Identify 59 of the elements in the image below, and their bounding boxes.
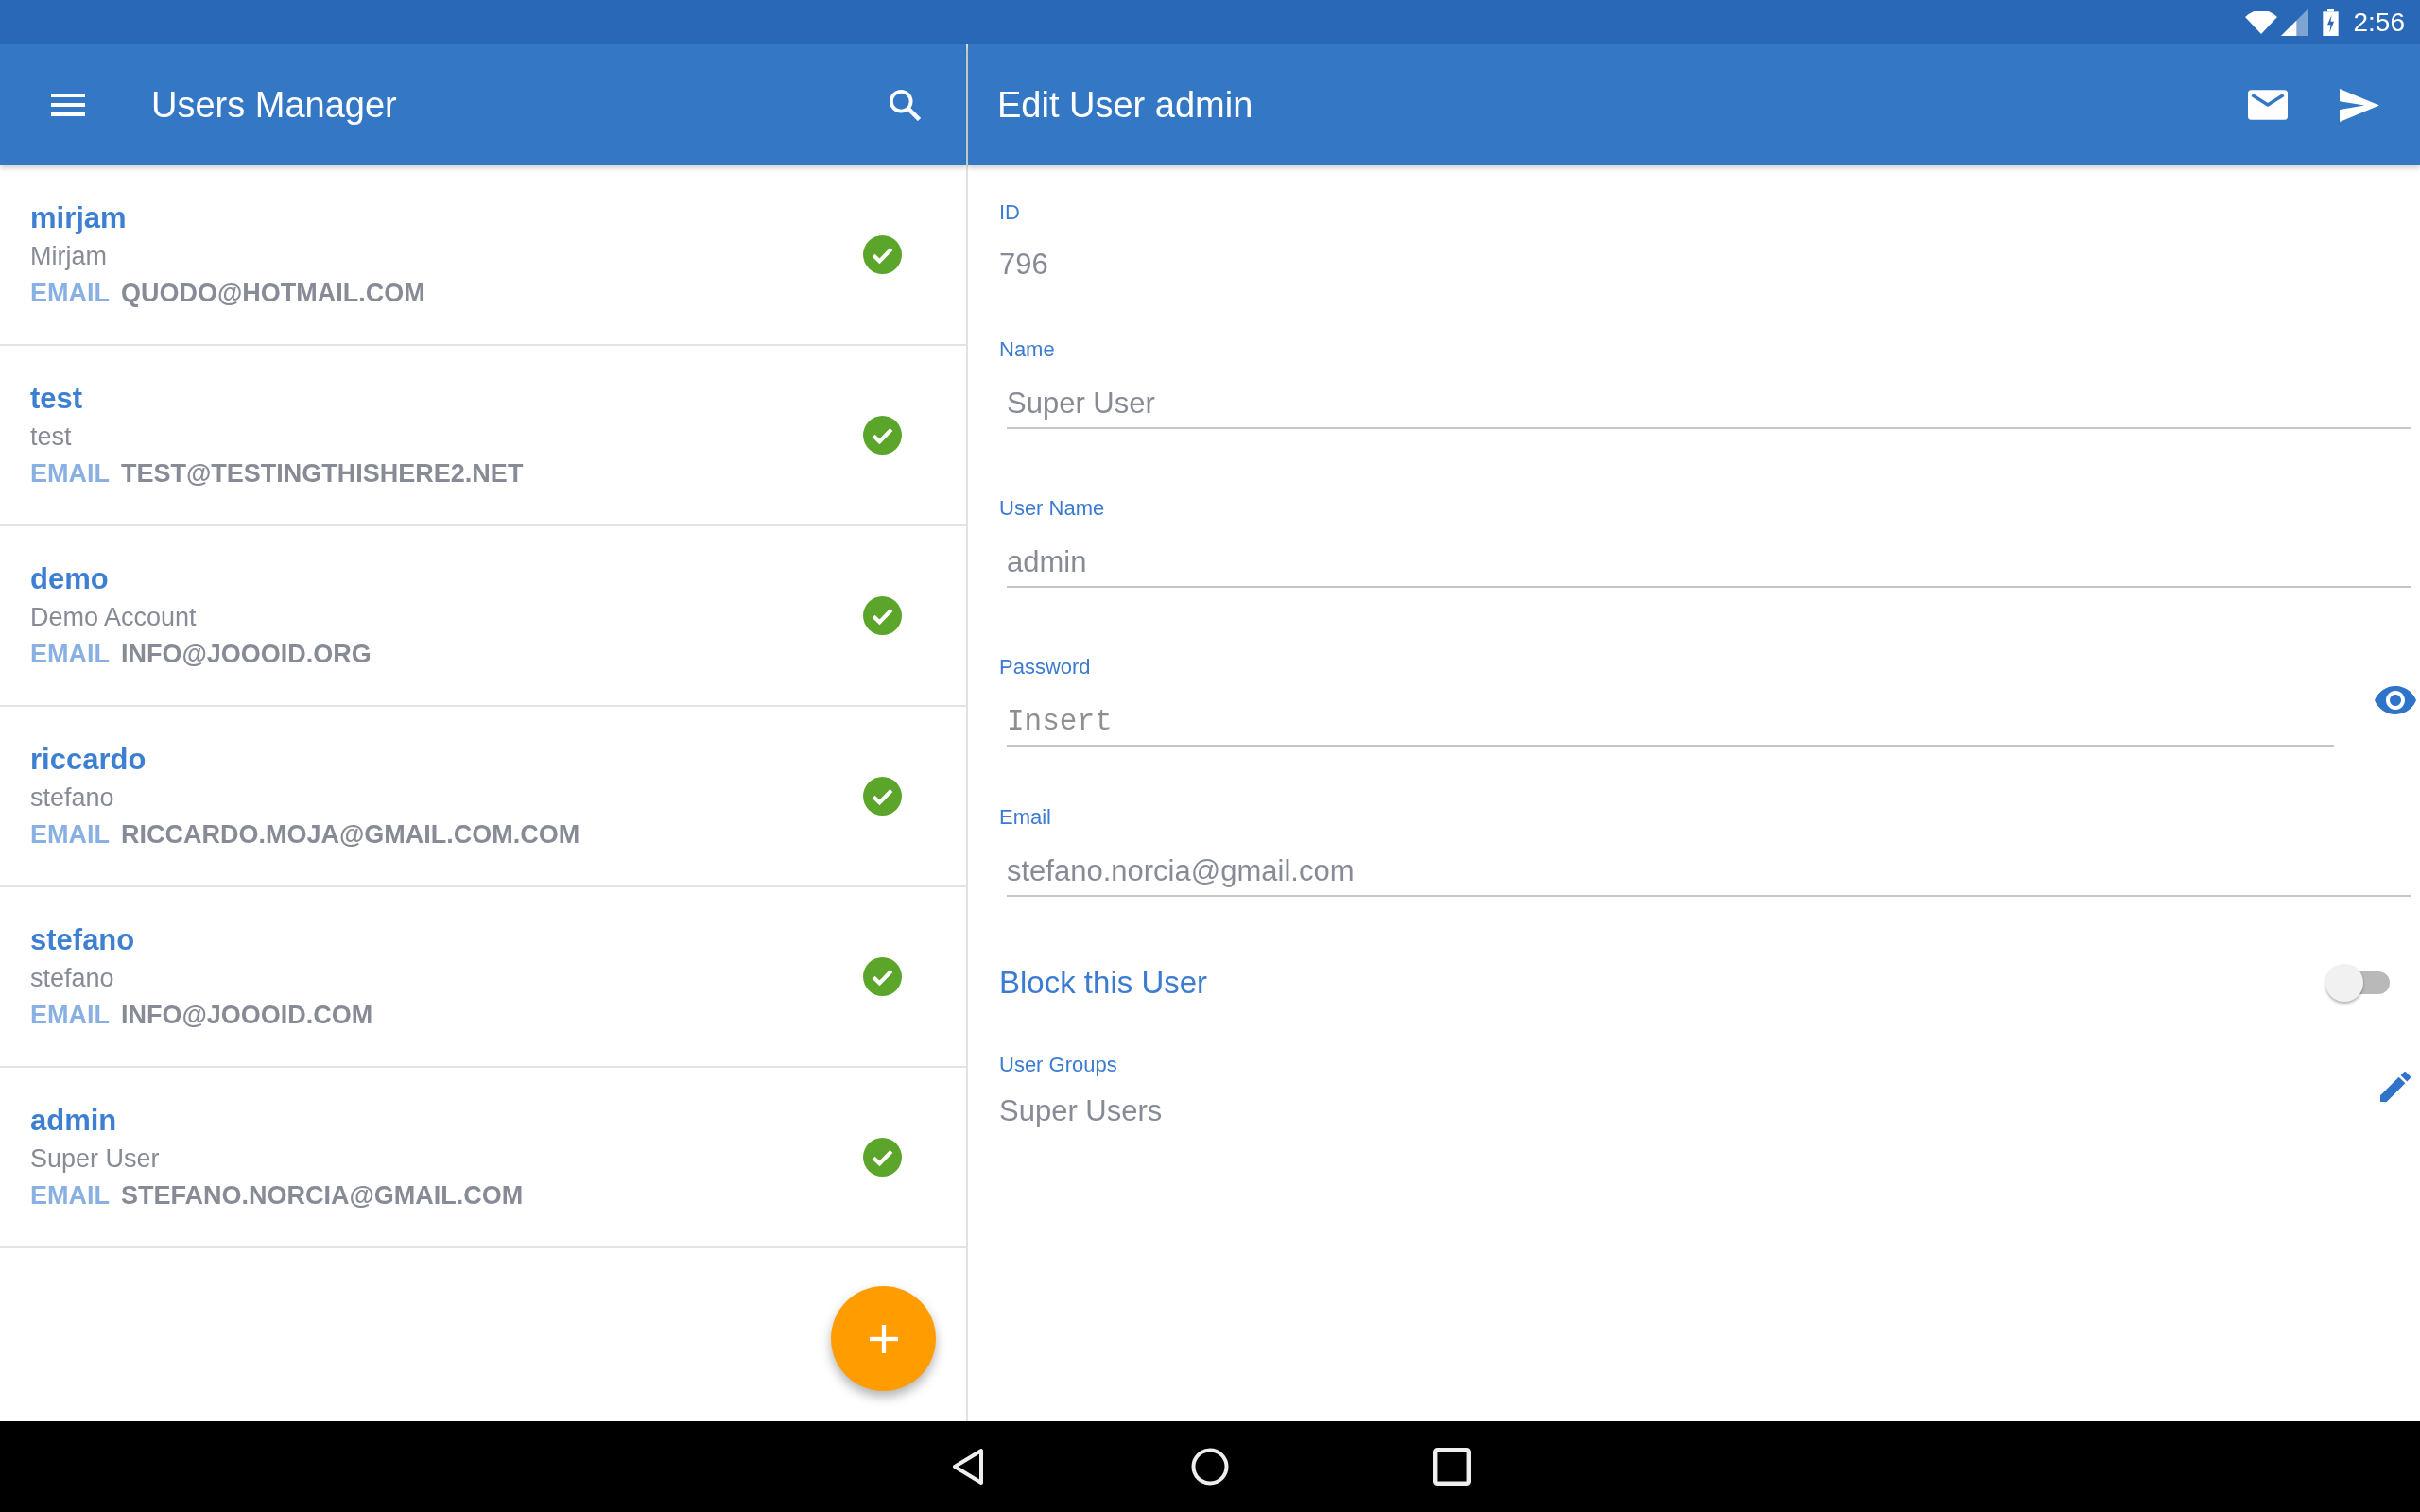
menu-icon[interactable]	[51, 94, 85, 116]
recents-icon[interactable]	[1433, 1448, 1471, 1486]
text-field[interactable]: Super User	[1007, 378, 2411, 429]
email-text: QUODO@HOTMAIL.COM	[121, 277, 425, 309]
full-name-text: test	[30, 421, 73, 453]
field-label: Password	[999, 654, 1092, 680]
email-text: INFO@JOOOID.COM	[121, 999, 373, 1031]
battery-charging-icon	[2322, 9, 2339, 36]
email-label: EMAIL	[30, 818, 110, 850]
text-field[interactable]: stefano.norcia@gmail.com	[1007, 846, 2411, 897]
eye-icon[interactable]	[2375, 685, 2416, 714]
pencil-icon[interactable]	[2380, 1072, 2411, 1102]
field-value: Super Users	[999, 1093, 1164, 1129]
field-label: User Name	[999, 495, 1106, 522]
username-text: test	[30, 380, 84, 417]
email-text: TEST@TESTINGTHISHERE2.NET	[121, 457, 524, 490]
password-field[interactable]: Insert	[1007, 696, 2334, 747]
email-label: EMAIL	[30, 638, 110, 670]
user-list-item[interactable]: stefano stefano EMAIL INFO@JOOOID.COM	[0, 887, 966, 1068]
username-text: stefano	[30, 921, 136, 958]
wifi-icon	[2244, 10, 2277, 34]
text-field[interactable]: admin	[1007, 537, 2411, 588]
home-icon[interactable]	[1191, 1448, 1229, 1486]
email-label: EMAIL	[30, 457, 110, 490]
toggle-switch[interactable]	[2325, 963, 2390, 1003]
email-text: INFO@JOOOID.ORG	[121, 638, 372, 670]
username-text: mirjam	[30, 199, 128, 236]
field-value: 796	[999, 247, 1049, 283]
email-text: STEFANO.NORCIA@GMAIL.COM	[121, 1179, 524, 1211]
user-list-item[interactable]: demo Demo Account EMAIL INFO@JOOOID.ORG	[0, 526, 966, 707]
full-name-text: Mirjam	[30, 240, 108, 272]
user-list-item[interactable]: mirjam Mirjam EMAIL QUODO@HOTMAIL.COM	[0, 165, 966, 346]
plus-icon	[869, 1324, 898, 1353]
signal-icon	[2280, 9, 2308, 36]
field-label: User Groups	[999, 1052, 1118, 1078]
username-text: admin	[30, 1102, 118, 1139]
email-label: EMAIL	[30, 1179, 110, 1211]
email-label: EMAIL	[30, 277, 110, 309]
full-name-text: stefano	[30, 962, 115, 994]
full-name-text: Demo Account	[30, 601, 198, 633]
email-text: RICCARDO.MOJA@GMAIL.COM.COM	[121, 818, 580, 850]
toggle-label: Block this User	[999, 965, 1208, 1001]
clock-time: 2:56	[2353, 7, 2405, 38]
full-name-text: Super User	[30, 1143, 161, 1175]
email-label: EMAIL	[30, 999, 110, 1031]
send-icon[interactable]	[2340, 88, 2379, 122]
search-icon[interactable]	[889, 89, 921, 121]
username-text: riccardo	[30, 741, 147, 778]
field-label: Name	[999, 336, 1056, 363]
app-title: Users Manager	[151, 84, 398, 126]
app-title: Edit User admin	[997, 84, 1254, 126]
envelope-icon[interactable]	[2248, 90, 2288, 120]
username-text: demo	[30, 560, 110, 597]
user-list-item[interactable]: test test EMAIL TEST@TESTINGTHISHERE2.NET	[0, 346, 966, 526]
field-label: ID	[999, 199, 1021, 226]
user-list-item[interactable]: admin Super User EMAIL STEFANO.NORCIA@GMAIL.COM	[0, 1068, 966, 1248]
user-list-item[interactable]: riccardo stefano EMAIL RICCARDO.MOJA@GMAIL.COM.COM	[0, 707, 966, 887]
field-label: Email	[999, 804, 1052, 831]
full-name-text: stefano	[30, 782, 115, 814]
